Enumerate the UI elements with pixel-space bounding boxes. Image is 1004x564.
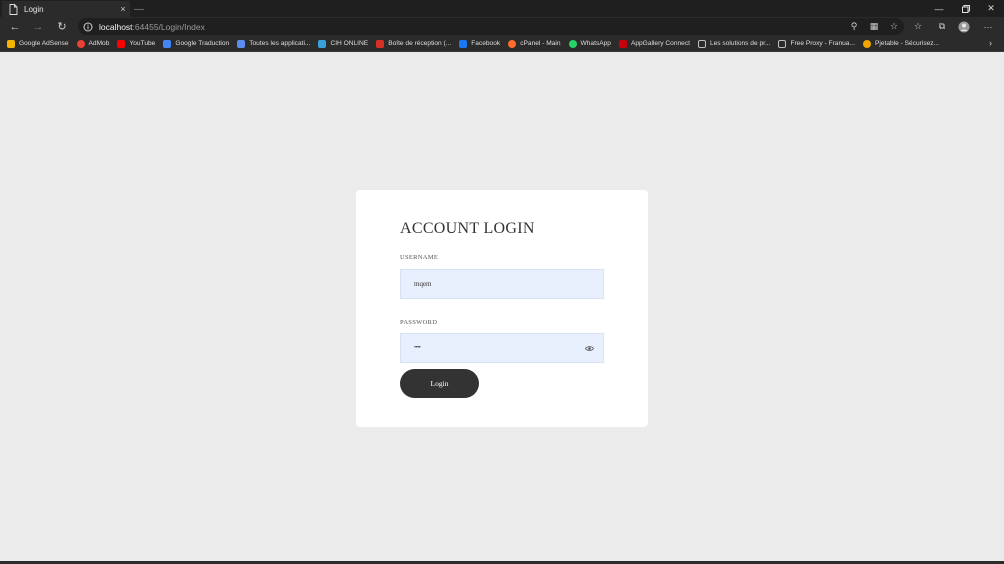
- bookmark-item[interactable]: AdMob: [76, 39, 109, 48]
- bookmark-favicon-icon: [237, 39, 246, 48]
- bookmark-favicon-icon: [163, 39, 172, 48]
- username-label: USERNAME: [400, 254, 439, 261]
- url-path: :64455/Login/Index: [132, 21, 205, 32]
- show-password-eye-icon[interactable]: [585, 344, 594, 353]
- bookmark-favicon-icon: [697, 39, 706, 48]
- bookmark-item[interactable]: Boîte de réception (...: [376, 39, 451, 48]
- username-input[interactable]: mqem: [400, 269, 604, 299]
- bookmark-favicon-icon: [117, 39, 126, 48]
- login-card: ACCOUNT LOGIN USERNAME mqem PASSWORD •••…: [356, 190, 648, 427]
- username-value: mqem: [414, 280, 432, 288]
- bookmark-item[interactable]: AppGallery Connect: [618, 39, 690, 48]
- url-host: localhost: [99, 21, 133, 32]
- favorite-star-icon[interactable]: ☆: [886, 19, 902, 34]
- forward-icon[interactable]: →: [29, 19, 47, 34]
- tab-login[interactable]: Login ×: [2, 1, 130, 17]
- bookmark-item[interactable]: Facebook: [459, 39, 500, 48]
- favorites-icon[interactable]: ☆: [910, 19, 926, 34]
- bookmark-item[interactable]: YouTube: [117, 39, 155, 48]
- zoom-icon[interactable]: ⚲: [846, 19, 862, 34]
- profile-avatar-icon[interactable]: [956, 19, 972, 34]
- bookmark-favicon-icon: [778, 39, 787, 48]
- info-icon[interactable]: [83, 22, 93, 32]
- collections-icon[interactable]: ⧉: [934, 19, 950, 34]
- bookmark-favicon-icon: [318, 39, 327, 48]
- password-value: ••••: [414, 345, 421, 351]
- bookmark-item[interactable]: cPanel - Main: [508, 39, 561, 48]
- bookmark-item[interactable]: CIH ONLINE: [318, 39, 368, 48]
- bookmark-favicon-icon: [568, 39, 577, 48]
- password-input[interactable]: ••••: [400, 333, 604, 363]
- bookmark-item[interactable]: WhatsApp: [568, 39, 611, 48]
- bookmark-favicon-icon: [508, 39, 517, 48]
- close-window-icon[interactable]: ✕: [978, 0, 1004, 17]
- bookmark-favicon-icon: [618, 39, 627, 48]
- bookmark-item[interactable]: Google Traduction: [163, 39, 229, 48]
- bookmarks-more-icon[interactable]: ›: [989, 38, 992, 48]
- bookmark-favicon-icon: [862, 39, 871, 48]
- page-icon: [9, 3, 18, 15]
- bookmark-favicon-icon: [7, 39, 15, 48]
- tab-close-icon[interactable]: ×: [116, 4, 130, 14]
- bookmark-favicon-icon: [376, 39, 385, 48]
- refresh-icon[interactable]: ↻: [53, 19, 71, 34]
- login-button[interactable]: Login: [400, 369, 479, 398]
- page-title: ACCOUNT LOGIN: [400, 220, 535, 237]
- bookmark-favicon-icon: [76, 39, 85, 48]
- minimize-icon[interactable]: —: [926, 0, 952, 17]
- restore-icon[interactable]: [953, 0, 979, 17]
- address-bar: ← → ↻ localhost:64455/Login/Index ⚲ ▦ ☆ …: [0, 17, 1004, 36]
- more-menu-icon[interactable]: ···: [980, 19, 996, 34]
- password-label: PASSWORD: [400, 319, 438, 326]
- tab-title: Login: [24, 4, 44, 14]
- browser-titlebar: Login × — — ✕: [0, 0, 1004, 17]
- bookmark-favicon-icon: [459, 39, 468, 48]
- bookmark-item[interactable]: Google AdSense: [7, 39, 69, 48]
- bookmark-item[interactable]: Free Proxy - Franua...: [778, 39, 855, 48]
- bookmark-item[interactable]: Les solutions de pr...: [697, 39, 770, 48]
- new-tab-icon[interactable]: —: [134, 4, 144, 15]
- bookmark-item[interactable]: Toutes les applicati...: [237, 39, 310, 48]
- bookmarks-bar: Google AdSense AdMob YouTube Google Trad…: [0, 36, 1004, 52]
- reader-icon[interactable]: ▦: [866, 19, 882, 34]
- back-icon[interactable]: ←: [6, 19, 24, 34]
- bookmark-item[interactable]: Pjetable - Sécurisez...: [862, 39, 939, 48]
- url-input[interactable]: localhost:64455/Login/Index: [78, 18, 904, 35]
